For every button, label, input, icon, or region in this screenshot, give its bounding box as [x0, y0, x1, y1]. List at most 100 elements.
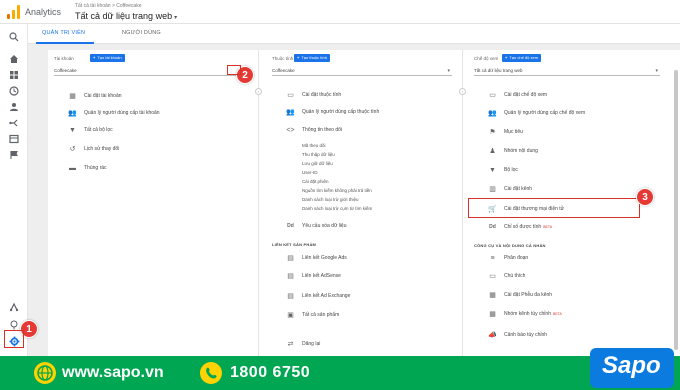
account-select[interactable]: Coffeecake ▾ [54, 67, 244, 76]
view-settings-label: Cài đặt chế độ xem [504, 92, 548, 98]
column-collapse-icon[interactable]: ‹ [459, 88, 466, 95]
annotations-label: Chú thích [504, 273, 526, 279]
phone-icon [200, 362, 222, 384]
dd-icon: Dd [489, 223, 496, 230]
data-retention-link[interactable]: Lưu giữ dữ liệu [302, 161, 333, 166]
attribution-icon[interactable] [8, 302, 20, 314]
beta-badge: BETA [552, 312, 562, 316]
referral-exclusion-link[interactable]: Danh sách loại trừ giới thiệu [302, 197, 359, 202]
view-title: Tất cả dữ liệu trang web [75, 11, 173, 21]
footer-phone[interactable]: 1800 6750 [230, 364, 310, 382]
custom-channel-grouping-label: Nhóm kênh tùy chỉnh [504, 311, 551, 317]
tracking-info-link[interactable]: <> Thông tin theo dõi [286, 124, 342, 136]
scrollbar[interactable] [674, 70, 678, 350]
custom-channel-icon: ▦ [489, 310, 496, 318]
session-settings-link[interactable]: Cài đặt phiên [302, 179, 329, 184]
customization-icon[interactable] [8, 70, 20, 82]
data-collection-link[interactable]: Thu thập dữ liệu [302, 152, 335, 157]
code-icon: <> [286, 126, 295, 134]
tab-admin[interactable]: QUẢN TRỊ VIÊN [42, 30, 85, 36]
chevron-down-icon: ▾ [447, 68, 450, 74]
create-property-button[interactable]: + Tạo thuộc tính [294, 54, 330, 62]
postbacks-link[interactable]: ⇄ Dăng lại [286, 338, 321, 350]
view-selector[interactable]: Tất cả dữ liệu trang web ▾ [75, 11, 177, 21]
beta-badge: BETA [543, 225, 553, 229]
realtime-icon[interactable] [8, 86, 20, 98]
account-heading: Tài khoản [54, 56, 74, 61]
view-settings-link[interactable]: ▭ Cài đặt chế độ xem [488, 89, 547, 101]
view-filters-link[interactable]: ▼ Bộ lọc [488, 164, 518, 176]
column-collapse-icon[interactable]: ‹ [255, 88, 262, 95]
tab-user[interactable]: NGƯỜI DÙNG [122, 30, 161, 36]
all-filters-link[interactable]: ▼ Tất cả bộ lọc [68, 124, 113, 136]
filter-icon: ▼ [69, 126, 76, 134]
property-settings-link[interactable]: ▭ Cài đặt thuộc tính [286, 89, 341, 101]
settings-page-icon: ▭ [287, 91, 294, 99]
flag-icon: ⚑ [489, 128, 496, 136]
view-user-management-link[interactable]: 👥 Quản lý người dùng cấp chế độ xem [488, 107, 585, 119]
adsense-link[interactable]: ▤ Liên kết AdSense [286, 270, 341, 282]
all-products-icon: ▣ [287, 311, 294, 319]
content-group-icon: ♟ [489, 147, 496, 155]
annotation-icon: ▭ [489, 272, 496, 280]
annotations-link[interactable]: ▭ Chú thích [488, 270, 525, 282]
property-column: Thuộc tính + Tạo thuộc tính Coffeecake ▾ … [262, 50, 462, 356]
change-history-label: Lịch sử thay đổi [84, 146, 120, 152]
all-products-link[interactable]: ▣ Tất cả sản phẩm [286, 309, 339, 321]
change-history-link[interactable]: ↺ Lịch sử thay đổi [68, 143, 120, 155]
organic-search-sources-link[interactable]: Nguồn tìm kiếm không phải trả tiền [302, 188, 372, 193]
property-settings-label: Cài đặt thuộc tính [302, 92, 342, 98]
create-view-button[interactable]: + Tạo chế độ xem [502, 54, 542, 62]
tracking-code-link[interactable]: Mã theo dõi [302, 143, 326, 148]
all-filters-label: Tất cả bộ lọc [84, 127, 113, 133]
account-column: Tài khoản +Tạo tài khoản Coffeecake ▾ ▦ C… [48, 50, 254, 356]
trash-icon: ▬ [69, 164, 76, 172]
plus-icon: + [505, 55, 508, 60]
column-divider [258, 50, 259, 356]
acquisition-icon[interactable] [8, 118, 20, 130]
trash-link[interactable]: ▬ Thùng rác [68, 162, 107, 174]
people-icon: 👥 [286, 108, 295, 116]
mcf-settings-link[interactable]: ▦ Cài đặt Phễu đa kênh [488, 289, 552, 301]
calculated-metrics-label: Chỉ số được tính [504, 224, 542, 230]
adsense-label: Liên kết AdSense [302, 273, 341, 279]
property-user-management-link[interactable]: 👥 Quản lý người dùng cấp thuộc tính [286, 106, 379, 118]
search-term-exclusion-link[interactable]: Danh sách loại trừ cụm từ tìm kiếm [302, 206, 372, 211]
behavior-icon[interactable] [8, 134, 20, 146]
account-settings-link[interactable]: ▦ Cài đặt tài khoản [68, 90, 122, 102]
content-grouping-link[interactable]: ♟ Nhóm nội dung [488, 145, 538, 157]
channel-settings-link[interactable]: ▥ Cài đặt kênh [488, 183, 532, 195]
calculated-metrics-link[interactable]: Dd Chỉ số được tính BETA [488, 221, 552, 233]
postbacks-icon: ⇄ [287, 340, 294, 348]
postbacks-label: Dăng lại [302, 341, 321, 347]
user-id-link[interactable]: User-ID [302, 170, 318, 175]
property-heading: Thuộc tính [272, 56, 294, 61]
data-deletion-link[interactable]: Dd Yêu cầu xóa dữ liệu [286, 220, 346, 232]
ad-exchange-link[interactable]: ▤ Liên kết Ad Exchange [286, 290, 350, 302]
mcf-icon: ▦ [489, 291, 496, 299]
search-icon[interactable] [8, 32, 20, 44]
audience-icon[interactable] [8, 102, 20, 114]
goals-label: Mục tiêu [504, 129, 523, 135]
home-icon[interactable] [8, 54, 20, 66]
account-settings-label: Cài đặt tài khoản [84, 93, 122, 99]
settings-page-icon: ▭ [489, 91, 496, 99]
history-icon: ↺ [69, 145, 76, 153]
segments-link[interactable]: ≡ Phân đoạn [488, 252, 528, 264]
create-account-button[interactable]: + Tạo tài khoản [90, 54, 125, 62]
mcf-settings-label: Cài đặt Phễu đa kênh [504, 292, 553, 298]
alert-icon: 📣 [488, 331, 497, 339]
property-select[interactable]: Coffeecake ▾ [272, 67, 452, 76]
custom-alerts-link[interactable]: 📣 Cảnh báo tùy chỉnh [488, 329, 547, 341]
goals-link[interactable]: ⚑ Mục tiêu [488, 126, 523, 138]
footer-website[interactable]: www.sapo.vn [62, 364, 164, 382]
view-select[interactable]: Tất cả dữ liệu trang web ▾ [474, 67, 660, 76]
breadcrumb[interactable]: Tất cả tài khoản > Coffeecake [75, 3, 141, 9]
channel-settings-label: Cài đặt kênh [504, 186, 533, 192]
property-select-value: Coffeecake [272, 68, 295, 73]
google-ads-link[interactable]: ▤ Liên kết Google Ads [286, 252, 347, 264]
account-user-management-link[interactable]: 👥 Quản lý người dùng cấp tài khoản [68, 107, 159, 119]
filter-icon: ▼ [489, 166, 496, 174]
custom-channel-grouping-link[interactable]: ▦ Nhóm kênh tùy chỉnh BETA [488, 308, 562, 320]
conversions-icon[interactable] [8, 150, 20, 162]
